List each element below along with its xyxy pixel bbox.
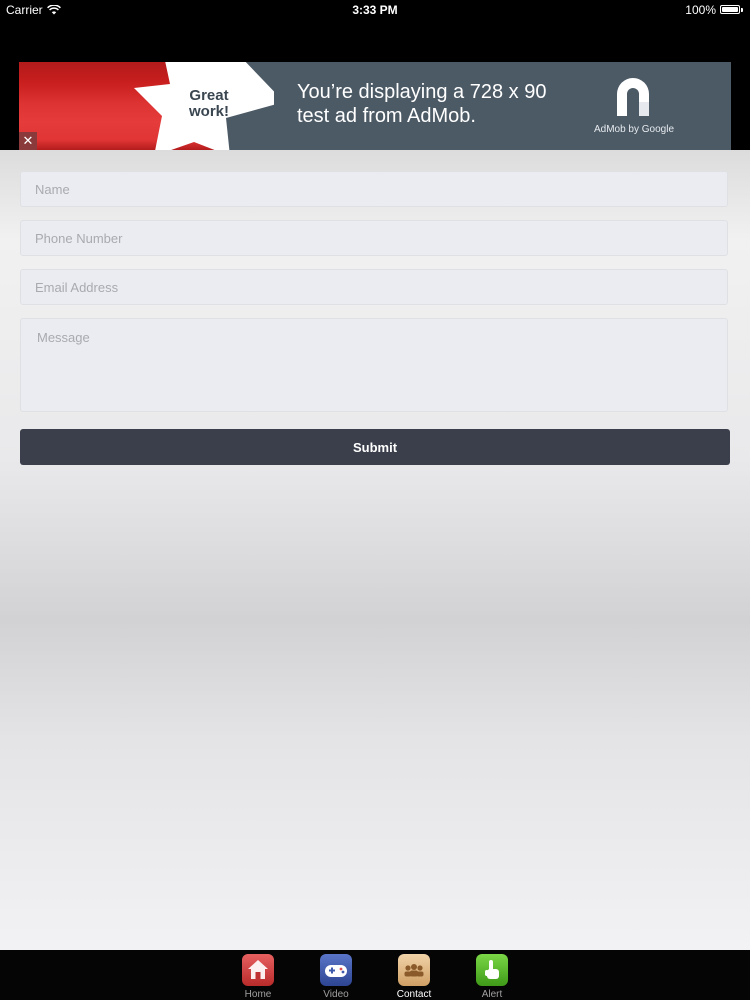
tab-alert[interactable]: Alert — [467, 954, 517, 1000]
contacts-icon — [398, 954, 430, 986]
tab-label-contact: Contact — [396, 989, 432, 1000]
admob-logo-icon — [617, 78, 649, 116]
pointer-hand-icon — [476, 954, 508, 986]
tab-label-home: Home — [244, 989, 272, 1000]
name-input[interactable] — [20, 171, 728, 207]
home-icon — [242, 954, 274, 986]
tab-bar: Home Video Contact Alert — [0, 950, 750, 1000]
message-textarea[interactable] — [20, 318, 728, 412]
battery-body — [720, 4, 740, 14]
tab-video[interactable]: Video — [311, 954, 361, 1000]
email-address-input[interactable] — [20, 269, 728, 305]
ad-badge-text: Great work! — [188, 87, 229, 120]
ad-message: You’re displaying a 728 x 90 test ad fro… — [297, 81, 547, 127]
battery-tip — [741, 7, 743, 12]
status-bar: Carrier 3:33 PM 100% — [0, 0, 750, 20]
tab-label-video: Video — [323, 989, 349, 1000]
battery-fill — [722, 6, 738, 12]
admob-caption: AdMob by Google — [593, 124, 675, 135]
gamepad-icon — [320, 954, 352, 986]
tab-label-alert: Alert — [481, 989, 503, 1000]
ad-banner[interactable]: Great work! You’re displaying a 728 x 90… — [19, 62, 731, 150]
tab-home[interactable]: Home — [233, 954, 283, 1000]
battery-percent: 100% — [685, 3, 716, 17]
status-time: 3:33 PM — [352, 3, 398, 17]
status-right: 100% — [685, 3, 744, 17]
tab-contact[interactable]: Contact — [389, 954, 439, 1000]
phone-number-input[interactable] — [20, 220, 728, 256]
battery-icon — [720, 4, 744, 16]
ad-close-button[interactable]: ✕ — [19, 132, 37, 150]
content-area: Great work! You’re displaying a 728 x 90… — [0, 20, 750, 950]
submit-button[interactable]: Submit — [20, 429, 730, 465]
